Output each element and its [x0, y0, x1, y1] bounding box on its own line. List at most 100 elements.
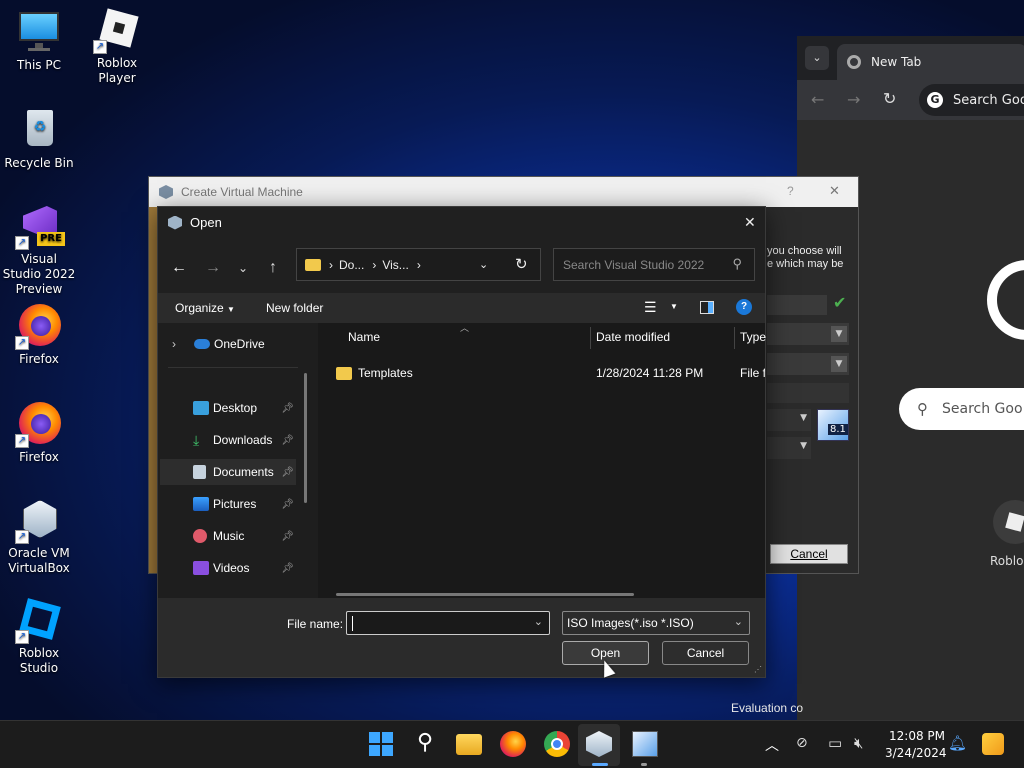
back-icon[interactable]: ← [811, 90, 824, 109]
vm-iso-combo[interactable]: ▼ [767, 353, 849, 375]
history-dropdown-icon[interactable]: ⌄ [534, 615, 543, 628]
visual-studio-icon: PRE ↗ [15, 204, 65, 250]
shortcut-label: Roblo [990, 554, 1024, 568]
horizontal-scrollbar[interactable] [336, 593, 634, 596]
chrome-icon[interactable] [544, 731, 570, 757]
desktop-icon-label: Recycle Bin [4, 156, 74, 170]
virtualbox-icon [168, 215, 182, 230]
forward-icon[interactable]: → [847, 90, 860, 109]
dialog-footer: File name: ⌄ ISO Images(*.iso *.ISO) ⌄ O… [158, 598, 765, 677]
back-icon[interactable]: ← [166, 255, 192, 281]
help-icon[interactable]: ? [736, 299, 752, 315]
file-name: Templates [358, 366, 413, 380]
copilot-pre-icon[interactable] [982, 733, 1004, 755]
up-folder-icon[interactable]: ↑ [260, 255, 286, 281]
desktop-folder-icon [193, 401, 209, 415]
new-folder-button[interactable]: New folder [266, 301, 323, 315]
desktop-icon-firefox-2[interactable]: ↗ Firefox [1, 402, 77, 465]
shortcut-arrow-icon: ↗ [93, 40, 107, 54]
recycle-bin-icon: ♻ [17, 108, 61, 152]
nav-item-music[interactable]: Music 📌︎ [160, 523, 296, 549]
vm-close-button[interactable]: ✕ [829, 183, 840, 199]
column-header-type[interactable]: Type [740, 323, 766, 351]
windows-start-icon[interactable] [368, 731, 394, 757]
vm-settings-icon[interactable] [632, 731, 658, 757]
column-header-date[interactable]: Date modified [596, 323, 670, 351]
vm-cancel-button[interactable]: Cancel [770, 544, 848, 564]
preview-pane-icon[interactable] [700, 301, 714, 314]
file-name-input[interactable]: ⌄ [346, 611, 550, 635]
desktop-icon-virtualbox[interactable]: ↗ Oracle VM VirtualBox [1, 498, 77, 576]
desktop-icon-firefox-1[interactable]: ↗ Firefox [1, 304, 77, 367]
search-icon[interactable]: ⚲ [412, 731, 438, 757]
view-options-icon[interactable]: ☰ [644, 299, 657, 316]
nav-item-downloads[interactable]: ⤓ Downloads 📌︎ [160, 427, 296, 453]
nav-item-onedrive[interactable]: › OneDrive [160, 331, 296, 357]
cancel-button[interactable]: Cancel [662, 641, 749, 665]
desktop-icon-roblox-studio[interactable]: ↗ Roblox Studio [1, 598, 77, 676]
ntp-search-box[interactable]: ⚲ Search Goo [899, 388, 1024, 430]
nav-item-desktop[interactable]: Desktop 📌︎ [160, 395, 296, 421]
pin-icon: 📌︎ [281, 530, 294, 542]
desktop-icon-this-pc[interactable]: This PC [1, 10, 77, 73]
file-list-pane: Name ︿ Date modified Type Templates 1/28… [318, 323, 766, 598]
file-row[interactable]: Templates 1/28/2024 11:28 PM File fo [332, 361, 765, 385]
breadcrumb-visual-studio[interactable]: Vis... [382, 258, 408, 272]
recent-locations-chevron-icon[interactable]: ⌄ [230, 255, 256, 281]
volume-muted-icon[interactable]: 🔇︎ [854, 734, 863, 752]
refresh-icon[interactable]: ↻ [515, 255, 528, 273]
clock-date[interactable]: 3/24/2024 [885, 746, 947, 760]
resize-grip-icon[interactable]: ⋰ [754, 665, 762, 674]
search-box[interactable]: Search Visual Studio 2022 ⚲ [553, 248, 755, 281]
omnibox[interactable]: G Search Goo [919, 84, 1024, 116]
vm-folder-combo[interactable]: ▼ [767, 323, 849, 345]
vm-edition-field[interactable] [767, 383, 849, 403]
forward-icon[interactable]: → [200, 255, 226, 281]
organize-button[interactable]: Organize ▼ [175, 301, 235, 315]
chrome-logo-icon [847, 55, 861, 69]
notification-bell-icon[interactable]: 🔔︎ [948, 734, 967, 752]
tab-search-button[interactable]: ⌄ [805, 46, 829, 70]
chrome-toolbar: ← → ↻ G Search Goo [797, 80, 1024, 120]
dialog-close-button[interactable]: ✕ [744, 214, 756, 231]
vm-text-line-1: you choose will [767, 245, 842, 257]
vm-cancel-label: Cancel [790, 547, 828, 561]
desktop-icon-recycle-bin[interactable]: ♻ Recycle Bin [1, 108, 77, 171]
reload-icon[interactable]: ↻ [883, 89, 896, 108]
show-hidden-icons-chevron-icon[interactable]: ︿ [765, 735, 779, 755]
display-icon[interactable]: ▭ [828, 734, 842, 752]
nav-item-videos[interactable]: Videos 📌︎ [160, 555, 296, 581]
desktop-icon-roblox-player[interactable]: ↗ Roblox Player [79, 8, 155, 86]
desktop-icon-visual-studio[interactable]: PRE ↗ Visual Studio 2022 Preview [1, 204, 77, 297]
roblox-icon: ↗ [93, 8, 139, 54]
nav-item-label: OneDrive [214, 337, 265, 351]
shortcut-tile-roblox[interactable]: Roblo [985, 500, 1024, 568]
running-indicator [641, 763, 647, 766]
pictures-icon [193, 497, 209, 511]
nav-item-pictures[interactable]: Pictures 📌︎ [160, 491, 296, 517]
address-dropdown-icon[interactable]: ⌄ [479, 258, 488, 271]
vm-name-field[interactable] [767, 295, 827, 315]
nav-scrollbar[interactable] [304, 373, 307, 503]
view-dropdown-icon[interactable]: ▼ [670, 302, 678, 311]
vm-help-button[interactable]: ? [787, 184, 794, 198]
vm-version-combo[interactable]: ▼ [767, 437, 811, 459]
firefox-icon[interactable] [500, 731, 526, 757]
column-header-name[interactable]: Name [348, 323, 380, 351]
nav-item-documents[interactable]: Documents 📌︎ [160, 459, 296, 485]
shortcut-arrow-icon: ↗ [15, 630, 29, 644]
tab-title: New Tab [871, 55, 922, 69]
desktop-icon-label: Firefox [19, 450, 59, 464]
text-cursor [352, 616, 353, 631]
clock-time[interactable]: 12:08 PM [889, 729, 945, 743]
breadcrumb-documents[interactable]: Do... [339, 258, 364, 272]
breadcrumb-sep-icon: › [329, 257, 333, 272]
file-explorer-icon[interactable] [456, 734, 482, 755]
file-type-select[interactable]: ISO Images(*.iso *.ISO) ⌄ [562, 611, 750, 635]
network-disconnected-icon[interactable]: ⊘ [796, 735, 808, 751]
google-logo [987, 260, 1024, 340]
documents-icon [193, 465, 206, 479]
vm-type-combo[interactable]: ▼ [767, 409, 811, 431]
address-bar[interactable]: › Do... › Vis... › ⌄ ↻ [296, 248, 541, 281]
chrome-tab[interactable]: New Tab [837, 44, 1024, 80]
